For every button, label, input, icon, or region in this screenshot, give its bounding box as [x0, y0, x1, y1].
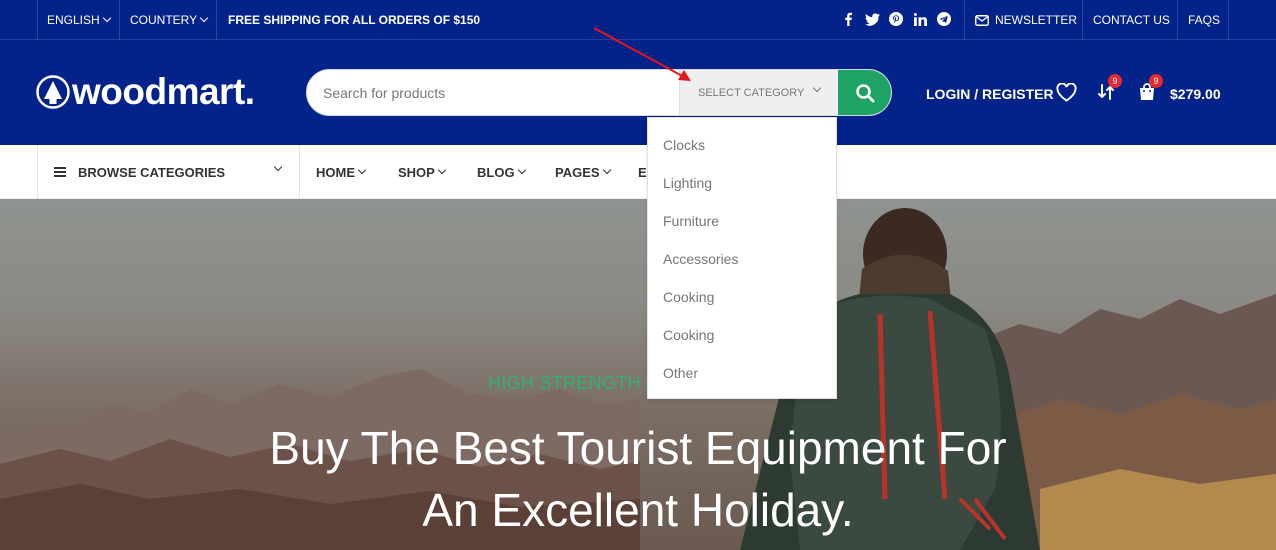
- browse-categories-button[interactable]: BROWSE CATEGORIES: [37, 145, 300, 199]
- cart-total[interactable]: $279.00: [1170, 86, 1221, 102]
- divider: [119, 0, 120, 40]
- category-option-cooking[interactable]: Cooking: [648, 278, 836, 316]
- hero-title-line: An Excellent Holiday.: [422, 484, 854, 536]
- logo-text: woodmart.: [72, 71, 255, 112]
- nav-item-label: SHOP: [398, 164, 435, 180]
- hero-subtitle: HIGH STRENGTH A: [488, 373, 658, 393]
- wishlist-button[interactable]: [1054, 80, 1078, 104]
- category-option-clocks[interactable]: Clocks: [648, 126, 836, 164]
- chevron-down-icon: [273, 162, 283, 172]
- divider: [216, 0, 217, 40]
- main-header: woodmart. SELECT CATEGORY LOGIN / REGIST…: [0, 40, 1276, 145]
- twitter-icon[interactable]: [864, 11, 880, 27]
- compare-count-badge: 9: [1108, 74, 1122, 88]
- social-links: [840, 11, 952, 27]
- main-nav: BROWSE CATEGORIES HOME SHOP BLOG PAGES E: [0, 145, 1276, 199]
- category-option-furniture[interactable]: Furniture: [648, 202, 836, 240]
- country-selector[interactable]: COUNTERY: [130, 0, 209, 40]
- tree-logo-icon: [36, 74, 70, 109]
- divider: [964, 0, 965, 40]
- divider: [1177, 0, 1178, 40]
- language-selector[interactable]: ENGLISH: [47, 0, 111, 40]
- heart-icon: [1055, 82, 1077, 102]
- hamburger-icon: [54, 167, 66, 177]
- nav-item-pages[interactable]: PAGES: [555, 145, 611, 199]
- contact-us-link[interactable]: CONTACT US: [1093, 0, 1170, 40]
- newsletter-label: NEWSLETTER: [995, 13, 1078, 27]
- chevron-down-icon: [812, 83, 822, 93]
- chevron-down-icon: [602, 165, 611, 175]
- faqs-link[interactable]: FAQS: [1188, 0, 1220, 40]
- compare-button[interactable]: 9: [1094, 74, 1122, 104]
- facebook-icon[interactable]: [840, 11, 856, 27]
- hero-banner: HIGH STRENGTH A Buy The Best Tourist Equ…: [0, 199, 1276, 550]
- language-label: ENGLISH: [47, 13, 100, 27]
- nav-item-shop[interactable]: SHOP: [398, 145, 447, 199]
- category-option-lighting[interactable]: Lighting: [648, 164, 836, 202]
- chevron-down-icon: [357, 165, 367, 175]
- nav-item-label: HOME: [316, 164, 355, 180]
- category-select[interactable]: SELECT CATEGORY: [679, 70, 840, 115]
- browse-categories-label: BROWSE CATEGORIES: [78, 164, 226, 180]
- nav-item-label: E: [638, 164, 647, 180]
- login-register-link[interactable]: LOGIN / REGISTER: [926, 86, 1054, 102]
- divider: [1228, 0, 1229, 40]
- category-option-other[interactable]: Other: [648, 354, 836, 392]
- newsletter-link[interactable]: NEWSLETTER: [975, 0, 1077, 40]
- logo[interactable]: woodmart.: [36, 73, 255, 110]
- nav-item-home[interactable]: HOME: [316, 145, 367, 199]
- chevron-down-icon: [437, 165, 447, 175]
- search-input[interactable]: [307, 70, 677, 115]
- category-option-accessories[interactable]: Accessories: [648, 240, 836, 278]
- hero-title: Buy The Best Tourist Equipment For An Ex…: [0, 417, 1276, 541]
- mail-icon: [975, 14, 989, 26]
- nav-item-blog[interactable]: BLOG: [477, 145, 526, 199]
- cart-button[interactable]: 9: [1135, 74, 1163, 104]
- divider: [1082, 0, 1083, 40]
- nav-item-partial[interactable]: E: [638, 145, 647, 199]
- telegram-icon[interactable]: [936, 11, 952, 27]
- top-bar: ENGLISH COUNTERY FREE SHIPPING FOR ALL O…: [0, 0, 1276, 40]
- promo-text: FREE SHIPPING FOR ALL ORDERS OF $150: [228, 13, 481, 27]
- search-icon: [855, 83, 875, 103]
- category-option-cooking[interactable]: Cooking: [648, 316, 836, 354]
- linkedin-icon[interactable]: [912, 11, 928, 27]
- hero-title-line: Buy The Best Tourist Equipment For: [269, 422, 1007, 474]
- divider: [37, 0, 38, 40]
- country-label: COUNTERY: [130, 13, 198, 27]
- search-form: SELECT CATEGORY: [306, 69, 892, 116]
- chevron-down-icon: [517, 165, 526, 175]
- nav-item-label: PAGES: [555, 164, 600, 180]
- pinterest-icon[interactable]: [888, 11, 904, 27]
- category-select-label: SELECT CATEGORY: [698, 86, 805, 99]
- nav-item-label: BLOG: [477, 164, 515, 180]
- chevron-down-icon: [199, 13, 209, 23]
- search-button[interactable]: [838, 70, 891, 115]
- category-dropdown: Clocks Lighting Furniture Accessories Co…: [647, 117, 837, 399]
- chevron-down-icon: [102, 13, 111, 23]
- cart-count-badge: 9: [1149, 74, 1163, 88]
